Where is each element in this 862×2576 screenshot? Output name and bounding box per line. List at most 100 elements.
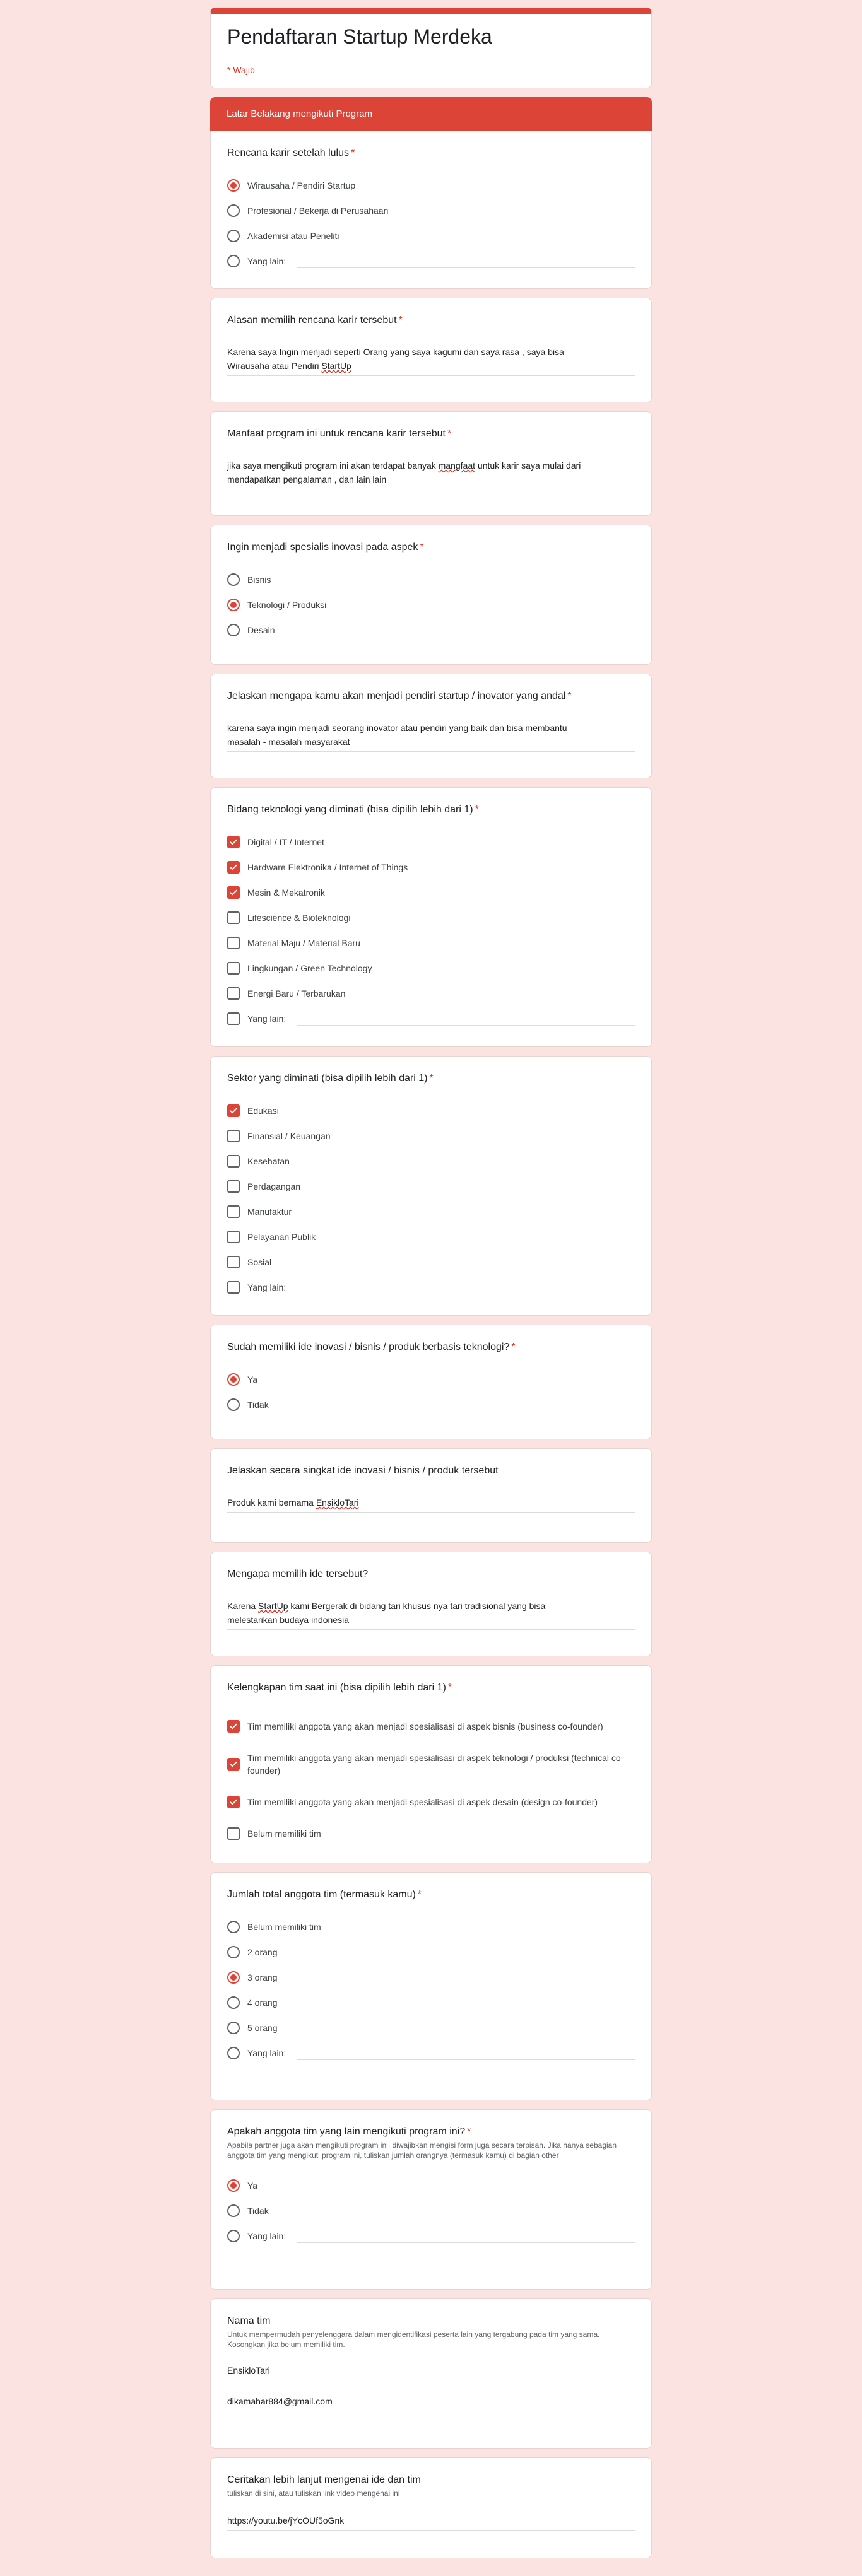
radio-option[interactable]: Desain — [227, 618, 635, 643]
other-text-input[interactable] — [297, 2046, 635, 2060]
checkbox-option[interactable]: Perdagangan — [227, 1174, 635, 1199]
checkbox[interactable] — [227, 886, 240, 899]
checkbox[interactable] — [227, 1758, 240, 1771]
checkbox[interactable] — [227, 861, 240, 874]
radio-option[interactable]: Tidak — [227, 2198, 635, 2223]
checkbox-option[interactable]: Hardware Elektronika / Internet of Thing… — [227, 855, 635, 880]
checkbox-option[interactable]: Edukasi — [227, 1098, 635, 1123]
checkbox-option[interactable]: Lifescience & Bioteknologi — [227, 905, 635, 930]
checkbox-option[interactable]: Tim memiliki anggota yang akan menjadi s… — [227, 1783, 635, 1821]
radio-button[interactable] — [227, 573, 240, 586]
checkbox[interactable] — [227, 1180, 240, 1193]
question-card-benefit: Manfaat program ini untuk rencana karir … — [210, 411, 652, 516]
checkbox[interactable] — [227, 836, 240, 848]
question-title: Manfaat program ini untuk rencana karir … — [227, 428, 452, 439]
radio-button[interactable] — [227, 1996, 240, 2009]
radio-option[interactable]: Akademisi atau Peneliti — [227, 223, 635, 249]
radio-button[interactable] — [227, 2204, 240, 2217]
radio-option[interactable]: Tidak — [227, 1392, 635, 1417]
checkbox-option[interactable]: Energi Baru / Terbarukan — [227, 981, 635, 1006]
radio-button[interactable] — [227, 1971, 240, 1984]
checkbox[interactable] — [227, 1155, 240, 1168]
checkbox-option[interactable]: Yang lain: — [227, 1006, 635, 1031]
checkbox-option[interactable]: Material Maju / Material Baru — [227, 930, 635, 956]
radio-option[interactable]: Belum memiliki tim — [227, 1914, 635, 1940]
answer-field[interactable]: dikamahar884@gmail.com — [227, 2394, 429, 2411]
radio-option[interactable]: Yang lain: — [227, 2223, 635, 2249]
checkbox-option[interactable]: Kesehatan — [227, 1149, 635, 1174]
radio-option[interactable]: 3 orang — [227, 1965, 635, 1990]
question-title: Ceritakan lebih lanjut mengenai ide dan … — [227, 2474, 421, 2485]
radio-group: Ya Tidak Yang lain: — [227, 2173, 635, 2249]
radio-option[interactable]: 5 orang — [227, 2015, 635, 2040]
answer-field[interactable]: https://youtu.be/jYcOUf5oGnk — [227, 2514, 635, 2531]
radio-option[interactable]: Profesional / Bekerja di Perusahaan — [227, 198, 635, 223]
checkbox-option[interactable]: Belum memiliki tim — [227, 1821, 635, 1846]
checkbox-option[interactable]: Sosial — [227, 1250, 635, 1275]
other-text-input[interactable] — [297, 1280, 635, 1294]
checkbox[interactable] — [227, 1281, 240, 1294]
question-title: Jumlah total anggota tim (termasuk kamu)… — [227, 1889, 422, 1900]
question-card-has-idea: Sudah memiliki ide inovasi / bisnis / pr… — [210, 1325, 652, 1439]
checkbox-option[interactable]: Mesin & Mekatronik — [227, 880, 635, 905]
radio-button[interactable] — [227, 2179, 240, 2192]
answer-field[interactable]: EnsikloTari — [227, 2363, 429, 2380]
radio-button[interactable] — [227, 1946, 240, 1958]
other-text-input[interactable] — [297, 1012, 635, 1026]
radio-button[interactable] — [227, 204, 240, 217]
other-text-input[interactable] — [297, 2229, 635, 2243]
checkbox-option[interactable]: Tim memiliki anggota yang akan menjadi s… — [227, 1707, 635, 1745]
answer-field[interactable]: karena saya ingin menjadi seorang inovat… — [227, 721, 635, 752]
radio-button[interactable] — [227, 255, 240, 267]
radio-button[interactable] — [227, 624, 240, 636]
option-label: Lifescience & Bioteknologi — [247, 913, 351, 923]
radio-button[interactable] — [227, 2230, 240, 2242]
answer-field[interactable]: Produk kami bernama EnsikloTari — [227, 1496, 635, 1513]
radio-option[interactable]: Ya — [227, 1367, 635, 1392]
checkbox[interactable] — [227, 1796, 240, 1808]
checkbox[interactable] — [227, 1827, 240, 1840]
radio-option[interactable]: Yang lain: — [227, 249, 635, 274]
checkbox[interactable] — [227, 911, 240, 924]
other-text-input[interactable] — [297, 254, 635, 268]
radio-button[interactable] — [227, 230, 240, 242]
option-label: Yang lain: — [247, 2048, 286, 2058]
radio-option[interactable]: Ya — [227, 2173, 635, 2198]
checkbox[interactable] — [227, 937, 240, 949]
answer-text: mendapatkan pengalaman , dan lain lain — [227, 474, 387, 484]
radio-option[interactable]: 2 orang — [227, 1940, 635, 1965]
radio-option[interactable]: Bisnis — [227, 567, 635, 592]
checkbox[interactable] — [227, 1104, 240, 1117]
radio-option[interactable]: Yang lain: — [227, 2040, 635, 2066]
checkbox[interactable] — [227, 1720, 240, 1733]
checkbox-option[interactable]: Yang lain: — [227, 1275, 635, 1300]
checkbox[interactable] — [227, 987, 240, 1000]
question-card-idea-desc: Jelaskan secara singkat ide inovasi / bi… — [210, 1448, 652, 1543]
radio-option[interactable]: Teknologi / Produksi — [227, 592, 635, 618]
radio-button[interactable] — [227, 1373, 240, 1386]
radio-button[interactable] — [227, 1398, 240, 1411]
checkbox-option[interactable]: Digital / IT / Internet — [227, 829, 635, 855]
checkbox[interactable] — [227, 1231, 240, 1243]
radio-option[interactable]: Wirausaha / Pendiri Startup — [227, 173, 635, 198]
radio-button[interactable] — [227, 1921, 240, 1933]
answer-field[interactable]: Karena saya Ingin menjadi seperti Orang … — [227, 345, 635, 376]
checkbox[interactable] — [227, 1012, 240, 1025]
checkbox-option[interactable]: Finansial / Keuangan — [227, 1123, 635, 1149]
radio-button[interactable] — [227, 599, 240, 611]
radio-button[interactable] — [227, 2022, 240, 2034]
radio-button[interactable] — [227, 2047, 240, 2059]
answer-field[interactable]: jika saya mengikuti program ini akan ter… — [227, 459, 635, 489]
checkbox-option[interactable]: Lingkungan / Green Technology — [227, 956, 635, 981]
radio-button[interactable] — [227, 179, 240, 192]
checkbox-option[interactable]: Manufaktur — [227, 1199, 635, 1224]
checkbox[interactable] — [227, 1205, 240, 1218]
radio-option[interactable]: 4 orang — [227, 1990, 635, 2015]
question-title: Apakah anggota tim yang lain mengikuti p… — [227, 2126, 471, 2137]
checkbox-option[interactable]: Pelayanan Publik — [227, 1224, 635, 1250]
answer-field[interactable]: Karena StartUp kami Bergerak di bidang t… — [227, 1599, 635, 1630]
checkbox[interactable] — [227, 962, 240, 975]
checkbox-option[interactable]: Tim memiliki anggota yang akan menjadi s… — [227, 1745, 635, 1783]
checkbox[interactable] — [227, 1256, 240, 1268]
checkbox[interactable] — [227, 1130, 240, 1142]
